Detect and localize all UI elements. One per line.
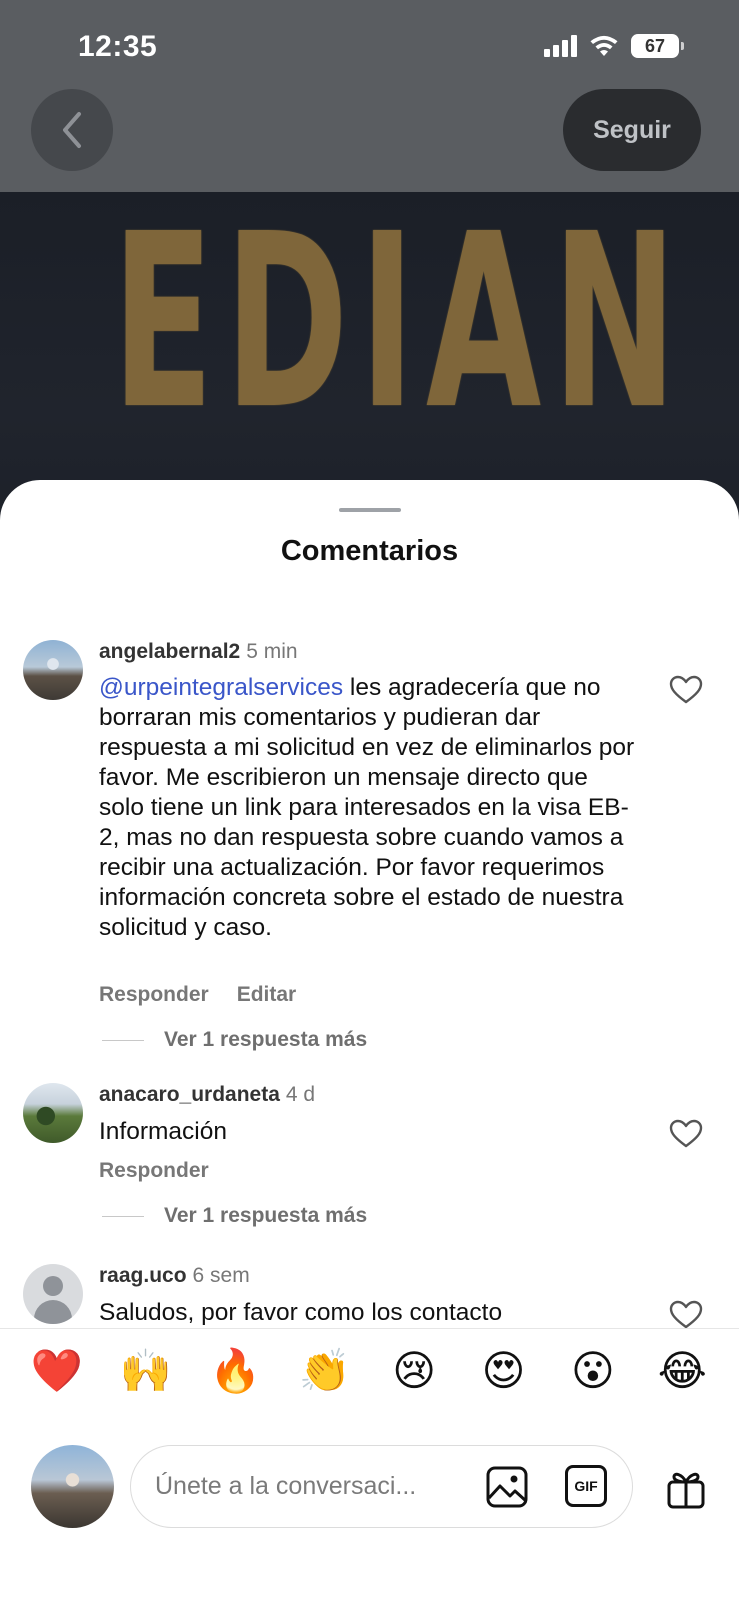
like-heart-icon[interactable] xyxy=(669,1119,703,1149)
sheet-title: Comentarios xyxy=(280,535,459,567)
comment-time: 6 sem xyxy=(192,1264,250,1287)
wifi-icon xyxy=(590,35,618,56)
back-button[interactable] xyxy=(31,89,113,171)
image-icon[interactable] xyxy=(485,1465,529,1509)
comment-username[interactable]: angelabernal2 xyxy=(99,640,240,663)
replies-divider xyxy=(102,1215,144,1217)
crying-emoji-button[interactable]: 😢 xyxy=(386,1350,442,1392)
comment-header: anacaro_urdaneta 4 d xyxy=(99,1083,315,1107)
emoji-reaction-bar: ❤️ 🙌 🔥 👏 😢 😍 😮 😂 xyxy=(0,1328,739,1413)
avatar[interactable] xyxy=(23,1083,83,1143)
comment-header: angelabernal2 5 min xyxy=(99,640,298,664)
gif-icon[interactable]: GIF xyxy=(565,1465,607,1507)
gift-icon[interactable] xyxy=(664,1466,708,1510)
battery-level: 67 xyxy=(644,35,666,56)
comments-list[interactable]: angelabernal2 5 min @urpeintegralservices… xyxy=(0,630,739,1330)
mention-link[interactable]: @urpeintegralservices xyxy=(99,674,343,701)
comment-text: Saludos, por favor como los contacto xyxy=(99,1299,503,1326)
reply-button[interactable]: Responder xyxy=(99,983,209,1006)
view-replies[interactable]: Ver 1 respuesta más xyxy=(102,1028,367,1052)
battery-icon: 67 xyxy=(631,34,684,58)
heart-eyes-emoji-button[interactable]: 😍 xyxy=(476,1350,532,1392)
current-user-avatar xyxy=(31,1445,114,1528)
avatar[interactable] xyxy=(23,640,83,700)
sheet-grabber[interactable] xyxy=(339,508,401,512)
comment-input[interactable] xyxy=(155,1472,475,1501)
status-icons: 67 xyxy=(544,34,684,58)
raising-hands-emoji-button[interactable]: 🙌 xyxy=(118,1350,174,1392)
laughing-emoji-button[interactable]: 😂 xyxy=(654,1350,710,1392)
view-replies[interactable]: Ver 1 respuesta más xyxy=(102,1204,367,1228)
video-background: EDIAN E xyxy=(0,0,739,560)
comment-username[interactable]: anacaro_urdaneta xyxy=(99,1083,280,1106)
edit-button[interactable]: Editar xyxy=(237,983,297,1006)
status-time: 12:35 xyxy=(78,30,158,63)
surprised-emoji-button[interactable]: 😮 xyxy=(565,1350,621,1392)
comment-actions: Responder Editar xyxy=(99,983,324,1007)
comment-text: Información xyxy=(99,1118,228,1145)
fire-emoji-button[interactable]: 🔥 xyxy=(207,1350,263,1392)
video-overlay-text: EDIAN E xyxy=(112,192,739,462)
like-heart-icon[interactable] xyxy=(669,675,703,705)
comment-username[interactable]: raag.uco xyxy=(99,1264,187,1287)
comment-time: 4 d xyxy=(285,1083,316,1106)
view-replies-label: Ver 1 respuesta más xyxy=(164,1204,368,1227)
reply-button[interactable]: Responder xyxy=(99,1159,209,1182)
like-heart-icon[interactable] xyxy=(669,1300,703,1330)
replies-divider xyxy=(102,1039,144,1041)
comment-actions: Responder xyxy=(99,1159,237,1183)
comments-sheet: Comentarios angelabernal2 5 min @urpeinte… xyxy=(0,480,739,1600)
default-avatar-icon[interactable] xyxy=(23,1264,83,1324)
comment-body: les agradecería que no borraran mis come… xyxy=(99,674,635,941)
comment-header: raag.uco 6 sem xyxy=(99,1264,250,1288)
clapping-emoji-button[interactable]: 👏 xyxy=(297,1350,353,1392)
comment-composer[interactable]: GIF xyxy=(130,1445,633,1528)
follow-button[interactable]: Seguir xyxy=(563,89,701,171)
comment-time: 5 min xyxy=(246,640,298,663)
heart-emoji-button[interactable]: ❤️ xyxy=(29,1350,85,1392)
chevron-left-icon xyxy=(63,112,81,148)
comment-text: @urpeintegralservices les agradecería qu… xyxy=(99,673,639,943)
cellular-signal-icon xyxy=(544,35,577,57)
view-replies-label: Ver 1 respuesta más xyxy=(164,1028,368,1051)
